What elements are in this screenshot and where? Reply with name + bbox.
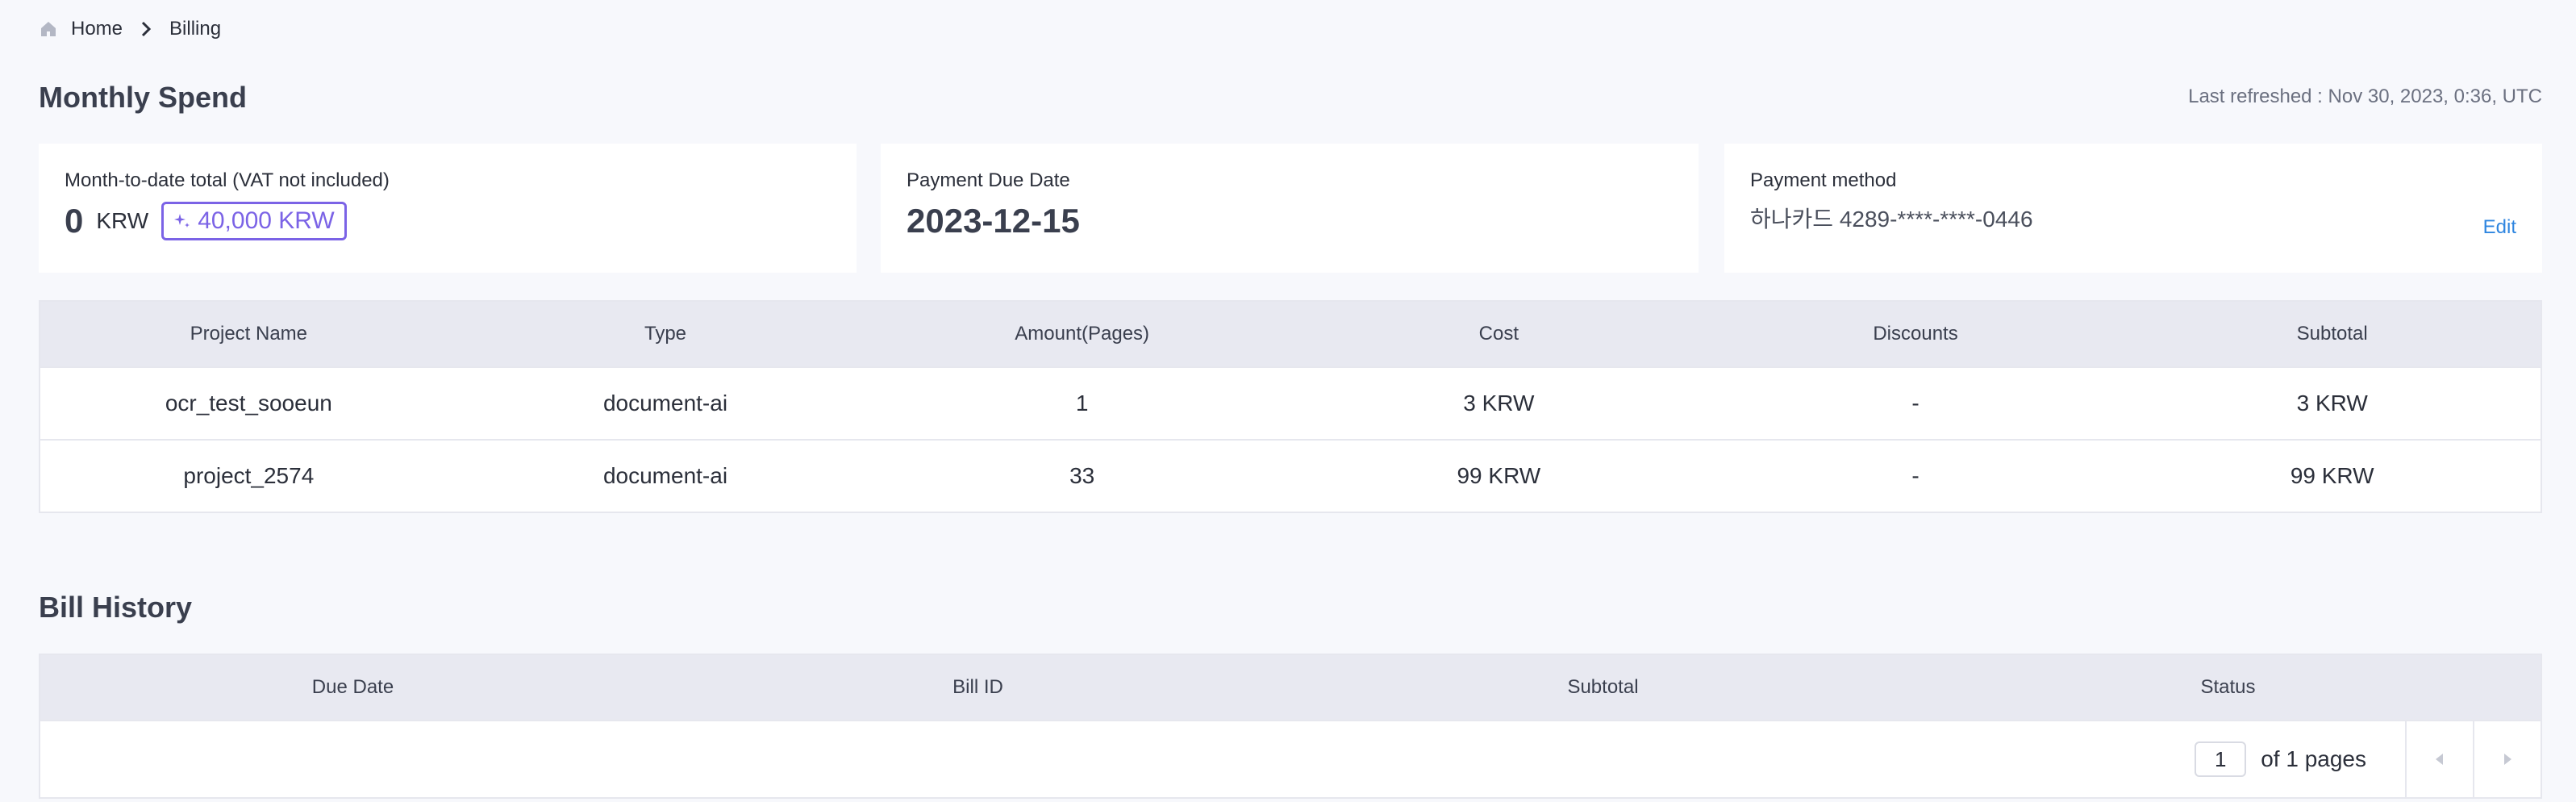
payment-method-card: Payment method 하나카드 4289-****-****-0446 …: [1724, 144, 2542, 273]
column-header[interactable]: Project Name: [40, 323, 457, 345]
amount-cell: 33: [1069, 463, 1095, 488]
column-header[interactable]: Cost: [1290, 323, 1707, 345]
mtd-unit: KRW: [96, 208, 149, 233]
column-header[interactable]: Amount(Pages): [873, 323, 1290, 345]
sparkle-icon: [173, 212, 191, 230]
cost-cell: 3 KRW: [1463, 391, 1535, 416]
home-icon[interactable]: [39, 19, 58, 39]
bill-history-table: Due Date Bill ID Subtotal Status of 1 pa…: [39, 654, 2542, 799]
pagination: of 1 pages: [40, 720, 2541, 798]
project-name-cell: project_2574: [183, 463, 315, 488]
due-label: Payment Due Date: [907, 169, 1070, 191]
column-header[interactable]: Type: [457, 323, 874, 345]
caret-right-icon: [2504, 754, 2511, 765]
type-cell: document-ai: [602, 463, 728, 488]
usage-table: Project Name Type Amount(Pages) Cost Dis…: [39, 300, 2542, 513]
type-cell: document-ai: [602, 391, 728, 416]
breadcrumb-current: Billing: [169, 18, 222, 40]
mtd-amount: 0: [65, 202, 84, 240]
cost-cell: 99 KRW: [1457, 463, 1541, 488]
last-refreshed-text: Last refreshed : Nov 30, 2023, 0:36, UTC: [2188, 86, 2542, 107]
usage-table-header: Project Name Type Amount(Pages) Cost Dis…: [40, 302, 2541, 366]
bill-history-title: Bill History: [39, 591, 193, 624]
discounts-cell: -: [1911, 463, 1919, 488]
column-header[interactable]: Discounts: [1707, 323, 2124, 345]
column-header[interactable]: Bill ID: [665, 676, 1290, 699]
payment-card-number: 하나카드 4289-****-****-0446: [1750, 207, 2033, 232]
payment-due-card: Payment Due Date 2023-12-15: [881, 144, 1699, 273]
breadcrumb: Home Billing: [39, 16, 221, 42]
bill-history-header: Due Date Bill ID Subtotal Status: [40, 655, 2541, 720]
column-header[interactable]: Subtotal: [2124, 323, 2541, 345]
monthly-spend-title: Monthly Spend: [39, 81, 247, 114]
mtd-label: Month-to-date total (VAT not included): [65, 169, 390, 191]
subtotal-cell: 3 KRW: [2296, 391, 2368, 416]
breadcrumb-home-link[interactable]: Home: [71, 18, 123, 40]
chevron-right-icon: [135, 19, 156, 40]
column-header[interactable]: Subtotal: [1290, 676, 1915, 699]
payment-method-label: Payment method: [1750, 169, 1897, 191]
edit-payment-link[interactable]: Edit: [2483, 216, 2516, 239]
column-header[interactable]: Status: [1915, 676, 2541, 699]
due-date: 2023-12-15: [907, 202, 1080, 240]
credit-badge: 40,000 KRW: [161, 202, 347, 240]
subtotal-cell: 99 KRW: [2290, 463, 2374, 488]
table-row[interactable]: project_2574 document-ai 33 99 KRW - 99 …: [40, 439, 2541, 512]
prev-page-button[interactable]: [2405, 721, 2473, 798]
page-number-input[interactable]: [2195, 741, 2247, 777]
next-page-button[interactable]: [2473, 721, 2541, 798]
credit-amount: 40,000 KRW: [198, 207, 335, 234]
table-row[interactable]: ocr_test_sooeun document-ai 1 3 KRW - 3 …: [40, 366, 2541, 439]
caret-left-icon: [2436, 754, 2443, 765]
amount-cell: 1: [1075, 391, 1089, 416]
column-header[interactable]: Due Date: [40, 676, 665, 699]
page-count-text: of 1 pages: [2261, 746, 2366, 771]
project-name-cell: ocr_test_sooeun: [165, 391, 332, 416]
discounts-cell: -: [1911, 391, 1919, 416]
month-to-date-card: Month-to-date total (VAT not included) 0…: [39, 144, 857, 273]
